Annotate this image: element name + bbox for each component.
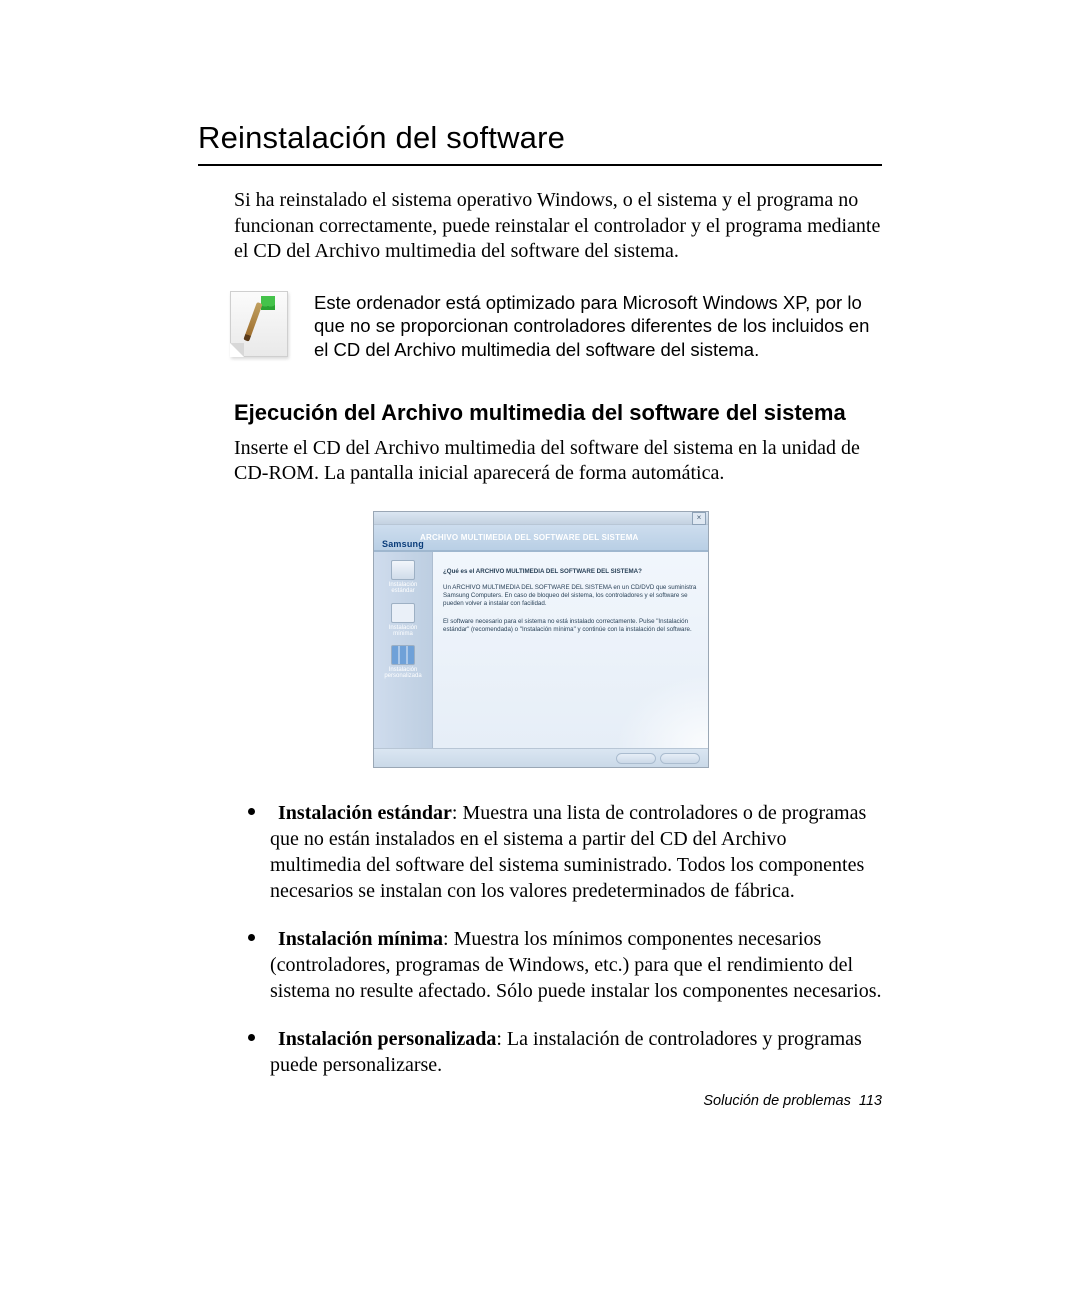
page-title: Reinstalación del software [198, 120, 882, 156]
screenshot-title-text: ARCHIVO MULTIMEDIA DEL SOFTWARE DEL SIST… [420, 533, 639, 542]
option-label: Instalación estándar [270, 802, 452, 824]
list-item: Instalación estándar: Muestra una lista … [234, 800, 882, 926]
note-block: Este ordenador está optimizado para Micr… [230, 291, 882, 362]
note-icon [230, 291, 288, 357]
screenshot-sidebar: Instalación estándar Instalación mínima … [374, 552, 433, 748]
list-item: Instalación mínima: Muestra los mínimos … [234, 926, 882, 1026]
screenshot-paragraph: El software necesario para el sistema no… [443, 618, 698, 634]
sidebar-item-custom: Instalación personalizada [381, 645, 425, 680]
note-text: Este ordenador está optimizado para Micr… [314, 291, 882, 362]
sidebar-item-standard: Instalación estándar [381, 560, 425, 595]
sidebar-item-minimal: Instalación mínima [381, 603, 425, 638]
close-icon: × [692, 512, 706, 525]
section-heading: Ejecución del Archivo multimedia del sof… [234, 400, 882, 426]
option-label: Instalación mínima [270, 928, 443, 950]
document-page: Reinstalación del software Si ha reinsta… [0, 0, 1080, 1309]
sidebar-label: Instalación mínima [381, 625, 425, 638]
section-text: Inserte el CD del Archivo multimedia del… [234, 436, 882, 487]
screenshot-paragraph: Un ARCHIVO MULTIMEDIA DEL SOFTWARE DEL S… [443, 584, 698, 608]
install-options-list: Instalación estándar: Muestra una lista … [234, 800, 882, 1100]
title-divider [198, 164, 882, 166]
sidebar-label: Instalación estándar [381, 582, 425, 595]
footer-section: Solución de problemas [703, 1093, 851, 1109]
page-number: 113 [859, 1093, 882, 1109]
screenshot-title: Samsung ARCHIVO MULTIMEDIA DEL SOFTWARE … [374, 525, 708, 552]
screenshot-question: ¿Qué es el ARCHIVO MULTIMEDIA DEL SOFTWA… [443, 568, 698, 576]
list-item: Instalación personalizada: La instalació… [234, 1026, 882, 1100]
screenshot-figure: × Samsung ARCHIVO MULTIMEDIA DEL SOFTWAR… [373, 511, 707, 768]
intro-paragraph: Si ha reinstalado el sistema operativo W… [234, 188, 882, 265]
screenshot-footer [374, 748, 708, 767]
brand-label: Samsung [382, 539, 424, 549]
screenshot-main: ¿Qué es el ARCHIVO MULTIMEDIA DEL SOFTWA… [433, 552, 708, 748]
sidebar-label: Instalación personalizada [381, 667, 425, 680]
option-label: Instalación personalizada [270, 1028, 496, 1050]
page-footer: Solución de problemas 113 [703, 1093, 882, 1109]
